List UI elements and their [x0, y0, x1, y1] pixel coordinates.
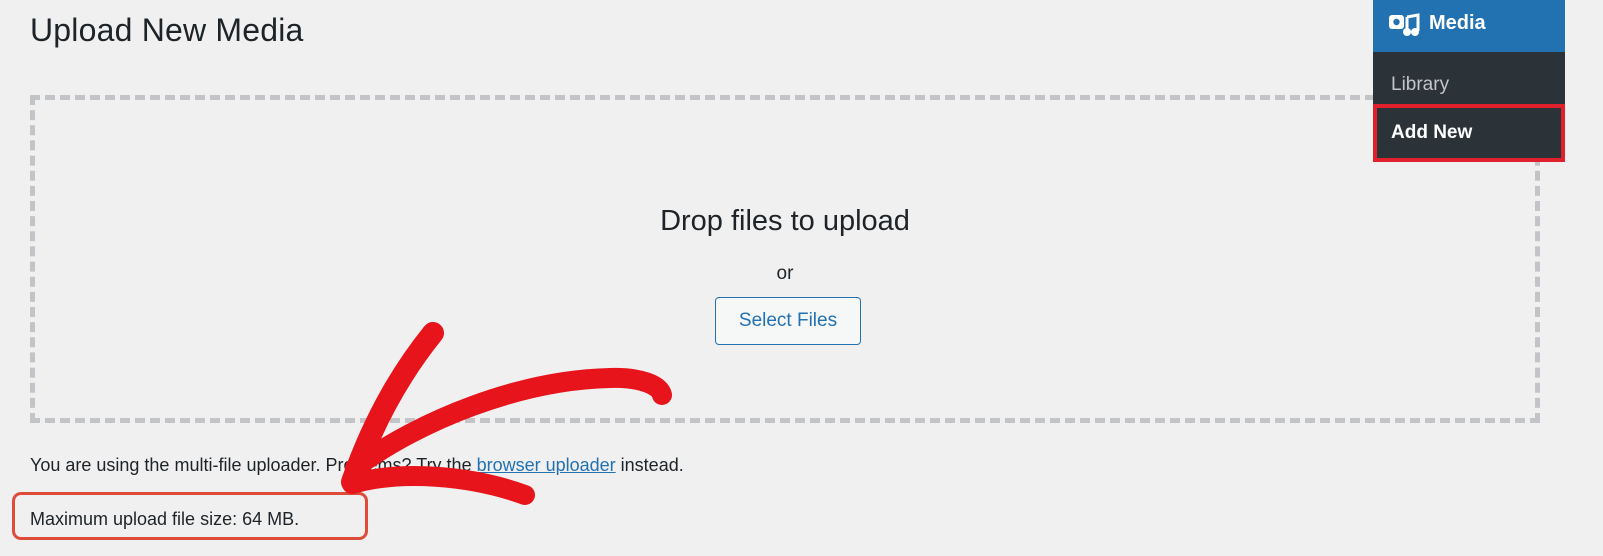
uploader-note-suffix: instead. [615, 455, 684, 475]
menu-media-label: Media [1429, 12, 1486, 34]
media-icon [1389, 13, 1420, 36]
menu-item-add-new[interactable]: Add New [1373, 104, 1565, 162]
uploader-note: You are using the multi-file uploader. P… [30, 455, 684, 476]
max-size-highlight-box [12, 492, 368, 540]
uploader-note-obscured: der. Problems? Try the [290, 455, 477, 475]
drop-zone[interactable]: Drop files to upload or Select Files [30, 95, 1540, 423]
drop-zone-title: Drop files to upload [660, 205, 910, 237]
page-title: Upload New Media [30, 12, 304, 48]
drop-zone-or-label: or [776, 263, 794, 284]
menu-media[interactable]: Media [1373, 0, 1565, 52]
menu-item-library[interactable]: Library [1391, 74, 1449, 96]
admin-menu: Media Library Add New [1373, 0, 1565, 162]
select-files-button[interactable]: Select Files [715, 297, 861, 345]
menu-item-add-new-label: Add New [1391, 122, 1473, 143]
uploader-note-prefix: You are using the multi-file uploa [30, 455, 291, 475]
browser-uploader-link[interactable]: browser uploader [477, 455, 616, 475]
